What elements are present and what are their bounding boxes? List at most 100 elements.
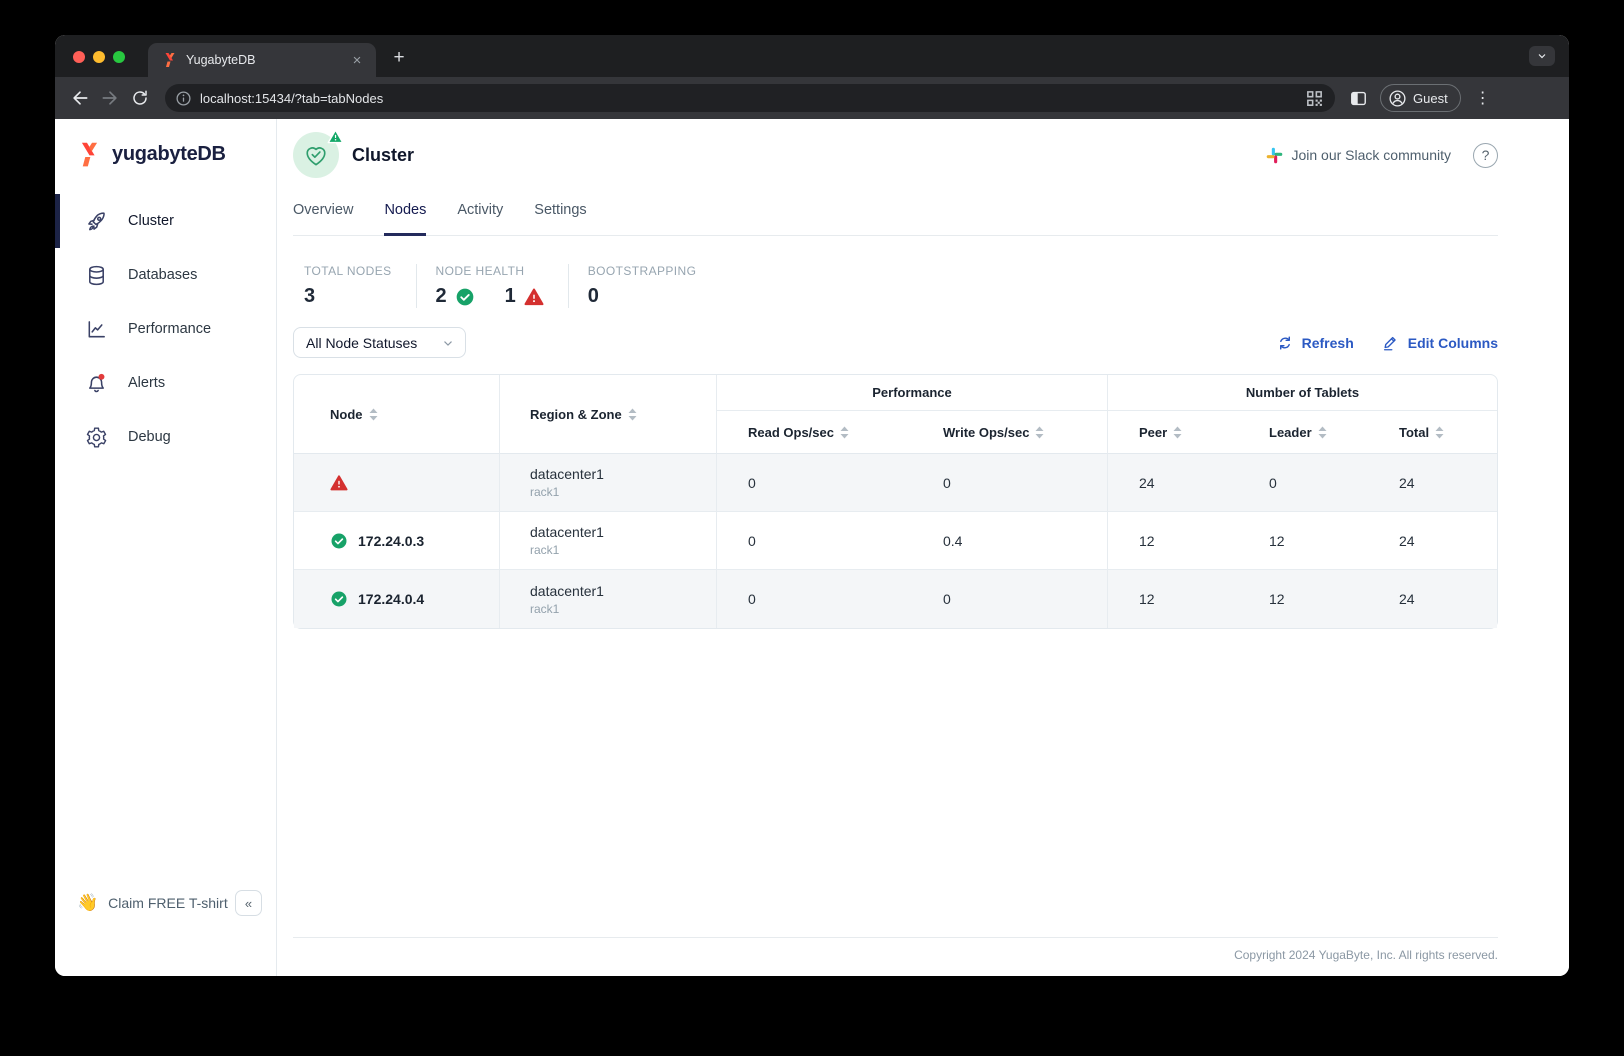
- column-header-leader[interactable]: Leader: [1238, 411, 1368, 454]
- check-circle-icon: [455, 287, 475, 307]
- leader-tablets-cell: 0: [1238, 454, 1368, 512]
- close-window-button[interactable]: [73, 51, 85, 63]
- read-ops-cell: 0: [717, 454, 912, 512]
- slack-community-link[interactable]: Join our Slack community: [1266, 147, 1451, 164]
- refresh-button[interactable]: Refresh: [1276, 334, 1354, 352]
- brand-name: yugabyteDB: [112, 143, 226, 166]
- rocket-icon: [85, 210, 108, 233]
- tab-overview[interactable]: Overview: [293, 189, 353, 236]
- copyright-text: Copyright 2024 YugaByte, Inc. All rights…: [293, 948, 1498, 962]
- browser-tab[interactable]: YugabyteDB ×: [148, 43, 376, 77]
- browser-tab-title: YugabyteDB: [186, 53, 348, 67]
- node-status-select[interactable]: All Node Statuses: [293, 327, 466, 358]
- sidebar: yugabyteDB Cluster Databases Performance: [55, 119, 277, 976]
- address-bar[interactable]: localhost:15434/?tab=tabNodes: [165, 84, 1335, 112]
- refresh-icon: [1276, 334, 1294, 352]
- bell-icon: [85, 372, 108, 395]
- stat-value: 0: [588, 285, 697, 308]
- side-panel-button[interactable]: [1349, 89, 1368, 108]
- tab-activity[interactable]: Activity: [457, 189, 503, 236]
- browser-menu-button[interactable]: ⋮: [1471, 88, 1495, 108]
- sidebar-item-cluster[interactable]: Cluster: [55, 194, 276, 248]
- new-tab-button[interactable]: +: [386, 45, 412, 71]
- column-header-node[interactable]: Node: [294, 375, 500, 454]
- profile-button[interactable]: Guest: [1380, 84, 1461, 112]
- region-zone-cell: datacenter1rack1: [500, 512, 717, 570]
- column-group-number-of-tablets: Number of Tablets: [1108, 375, 1497, 411]
- sidebar-item-performance[interactable]: Performance: [55, 302, 276, 356]
- forward-arrow-icon: [100, 88, 120, 108]
- reload-button[interactable]: [125, 83, 155, 113]
- warning-count: 1: [505, 285, 516, 308]
- cluster-warning-badge-icon: [327, 128, 344, 145]
- sidebar-item-debug[interactable]: Debug: [55, 410, 276, 464]
- yugabytedb-logo-icon: [76, 141, 103, 168]
- read-ops-cell: 0: [717, 512, 912, 570]
- gear-icon: [85, 426, 108, 449]
- minimize-window-button[interactable]: [93, 51, 105, 63]
- wave-emoji-icon: 👋: [77, 893, 98, 913]
- stat-label: BOOTSTRAPPING: [588, 264, 697, 278]
- node-cell: [294, 454, 500, 512]
- close-tab-icon[interactable]: ×: [348, 51, 366, 69]
- sort-icon: [1035, 426, 1044, 439]
- write-ops-cell: 0: [912, 570, 1108, 628]
- back-button[interactable]: [65, 83, 95, 113]
- stat-value: 3: [304, 285, 392, 308]
- peer-tablets-cell: 12: [1108, 512, 1238, 570]
- chart-icon: [85, 318, 108, 341]
- leader-tablets-cell: 12: [1238, 570, 1368, 628]
- tab-search-button[interactable]: [1529, 46, 1555, 66]
- tab-settings[interactable]: Settings: [534, 189, 586, 236]
- browser-window: YugabyteDB × + localhost:15434/?tab=tabN…: [55, 35, 1569, 976]
- region-zone-cell: datacenter1rack1: [500, 454, 717, 512]
- yugabytedb-logo: yugabyteDB: [55, 119, 276, 168]
- sidebar-item-label: Alerts: [128, 375, 165, 391]
- check-circle-icon: [330, 532, 348, 550]
- sort-icon: [1318, 426, 1327, 439]
- column-header-total[interactable]: Total: [1368, 411, 1497, 454]
- column-header-peer[interactable]: Peer: [1108, 411, 1238, 454]
- page-footer: Copyright 2024 YugaByte, Inc. All rights…: [293, 937, 1498, 976]
- browser-toolbar: localhost:15434/?tab=tabNodes Guest ⋮: [55, 77, 1569, 119]
- refresh-label: Refresh: [1302, 335, 1354, 351]
- sidebar-item-alerts[interactable]: Alerts: [55, 356, 276, 410]
- claim-tshirt-link[interactable]: Claim FREE T-shirt: [108, 895, 235, 911]
- avatar-icon: [1388, 89, 1407, 108]
- warning-triangle-icon: [330, 474, 348, 492]
- sidebar-item-label: Debug: [128, 429, 171, 445]
- write-ops-cell: 0: [912, 454, 1108, 512]
- help-button[interactable]: ?: [1473, 143, 1498, 168]
- node-stats: TOTAL NODES 3 NODE HEALTH 2 1: [293, 264, 1498, 308]
- column-header-region-zone[interactable]: Region & Zone: [500, 375, 717, 454]
- site-info-icon[interactable]: [175, 90, 192, 107]
- column-header-write-ops[interactable]: Write Ops/sec: [912, 411, 1108, 454]
- url-text: localhost:15434/?tab=tabNodes: [200, 91, 1306, 106]
- tab-nodes[interactable]: Nodes: [384, 189, 426, 236]
- qr-code-icon[interactable]: [1306, 90, 1323, 107]
- sidebar-item-label: Cluster: [128, 213, 174, 229]
- window-controls: [73, 51, 125, 63]
- sidebar-item-databases[interactable]: Databases: [55, 248, 276, 302]
- forward-button[interactable]: [95, 83, 125, 113]
- write-ops-cell: 0.4: [912, 512, 1108, 570]
- alert-dot: [99, 373, 105, 379]
- cluster-tabs: Overview Nodes Activity Settings: [293, 189, 1498, 236]
- sort-icon: [628, 408, 637, 421]
- page-header: Cluster Join our Slack community ?: [293, 131, 1498, 179]
- stat-node-health: NODE HEALTH 2 1: [416, 264, 568, 308]
- sidebar-nav: Cluster Databases Performance Alerts Deb…: [55, 194, 276, 464]
- collapse-sidebar-button[interactable]: «: [235, 890, 262, 916]
- sort-icon: [1435, 426, 1444, 439]
- edit-columns-button[interactable]: Edit Columns: [1382, 334, 1498, 352]
- total-tablets-cell: 24: [1368, 454, 1497, 512]
- slack-icon: [1266, 147, 1283, 164]
- chevron-down-icon: [441, 336, 455, 350]
- side-panel-icon: [1349, 89, 1368, 108]
- warning-triangle-icon: [524, 287, 544, 307]
- stat-label: TOTAL NODES: [304, 264, 392, 278]
- healthy-count: 2: [436, 285, 447, 308]
- read-ops-cell: 0: [717, 570, 912, 628]
- column-header-read-ops[interactable]: Read Ops/sec: [717, 411, 912, 454]
- maximize-window-button[interactable]: [113, 51, 125, 63]
